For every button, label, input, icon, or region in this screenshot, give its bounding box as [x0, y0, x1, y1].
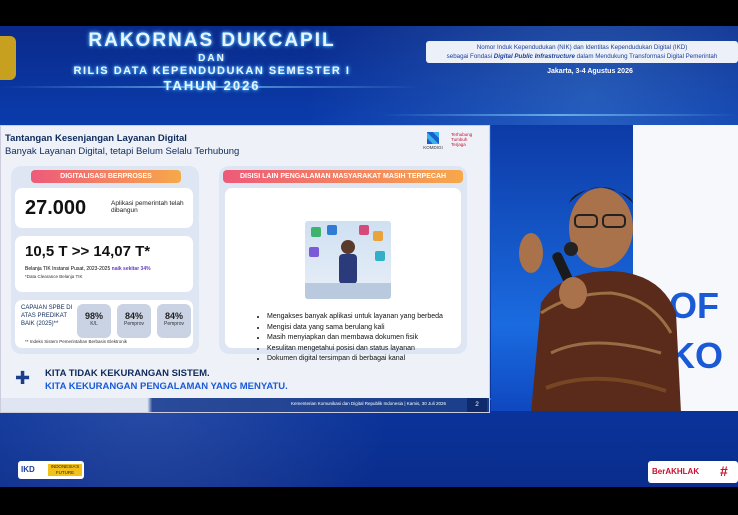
slide-footer-text: Kementerian Komunikasi dan Digital Repub…	[291, 401, 447, 406]
slide-footer: Kementerian Komunikasi dan Digital Repub…	[1, 398, 489, 412]
experience-card: Mengakses banyak aplikasi untuk layanan …	[225, 188, 461, 362]
digitalization-panel: DIGITALISASI BERPROSES 27.000 Aplikasi p…	[11, 166, 199, 354]
event-date: Jakarta, 3-4 Agustus 2026	[547, 68, 633, 75]
key-message-line1: KITA TIDAK KEKURANGAN SISTEM.	[45, 368, 210, 379]
komdigi-logo: KOMDIGI	[419, 132, 447, 150]
slide-subtitle: Banyak Layanan Digital, tetapi Belum Sel…	[5, 146, 240, 157]
slide-title: Tantangan Kesenjangan Layanan Digital	[5, 133, 187, 144]
event-subtitle-line1: Nomor Induk Kependudukan (NIK) dan Ident…	[476, 44, 688, 51]
event-subtitle-box: Nomor Induk Kependudukan (NIK) dan Ident…	[426, 41, 738, 63]
spbe-stat: 84% Pemprov	[117, 304, 151, 338]
list-item: Dokumen digital tersimpan di berbagai ka…	[267, 354, 443, 365]
emblem-icon	[0, 36, 16, 80]
hashtag-logo: #	[720, 463, 728, 479]
apps-stat-label: Aplikasi pemerintah telah dibangun	[111, 200, 184, 214]
ict-spend-growth: naik sekitar 34%	[111, 266, 151, 272]
list-item: Masih menyiapkan dan membawa dokumen fis…	[267, 333, 443, 344]
spbe-stat: 98% K/L	[77, 304, 111, 338]
spbe-label: CAPAIAN SPBE DI ATAS PREDIKAT BAIK (2025…	[21, 305, 73, 327]
digitalization-pill: DIGITALISASI BERPROSES	[31, 170, 181, 183]
puzzle-icon: ✚	[15, 368, 31, 388]
event-title-line4: TAHUN 2026	[163, 78, 261, 93]
ict-spend-note: *Data Clearance Belanja TIK	[25, 274, 83, 279]
list-item: Mengakses banyak aplikasi untuk layanan …	[267, 312, 443, 323]
berakhlak-logo-block: BerAKHLAK #	[648, 461, 738, 483]
subtitle-emphasis: Digital Public Infrastructure	[493, 53, 575, 60]
event-title-line1: RAKORNAS DUKCAPIL	[88, 30, 336, 51]
experience-bullet-list: Mengakses banyak aplikasi untuk layanan …	[255, 312, 443, 365]
slide-page-number: 2	[467, 398, 487, 412]
spbe-stat-value: 84%	[124, 311, 143, 321]
spbe-stat: 84% Pemprov	[157, 304, 191, 338]
spbe-stat-value: 98%	[84, 311, 103, 321]
list-item: Mengisi data yang sama berulang kali	[267, 323, 443, 334]
experience-pill: DISISI LAIN PENGALAMAN MASYARAKAT MASIH …	[223, 170, 463, 183]
ict-spend-card: 10,5 T >> 14,07 T* Belanja TIK Instansi …	[15, 236, 193, 292]
presentation-slide: Tantangan Kesenjangan Layanan Digital Ba…	[0, 125, 490, 413]
ikd-logo-block: IKD INDONESIA'S FUTURE	[18, 461, 84, 479]
glow-line	[380, 114, 738, 116]
event-subtitle-line2: sebagai Fondasi Digital Public Infrastru…	[426, 52, 738, 61]
ikd-logo: IKD	[21, 465, 35, 474]
ict-spend-line: Belanja TIK Instansi Pusat, 2023-2025 na…	[25, 266, 151, 272]
event-title-line3: RILIS DATA KEPENDUDUKAN SEMESTER I	[73, 65, 351, 77]
experience-panel: DISISI LAIN PENGALAMAN MASYARAKAT MASIH …	[219, 166, 467, 362]
bottom-letterbox	[0, 487, 738, 515]
berakhlak-logo: BerAKHLAK	[652, 467, 700, 476]
event-title-line2: DAN	[198, 53, 226, 64]
ict-spend-value: 10,5 T >> 14,07 T*	[25, 243, 151, 260]
spbe-stat-label: K/L	[90, 321, 98, 327]
speaker-figure	[519, 187, 681, 411]
subtitle-post: dalam Mendukung Transformasi Digital Pem…	[574, 53, 718, 60]
spbe-card: CAPAIAN SPBE DI ATAS PREDIKAT BAIK (2025…	[15, 300, 193, 348]
list-item: Kesulitan mengetahui posisi dan status l…	[267, 344, 443, 355]
event-title: RAKORNAS DUKCAPIL DAN RILIS DATA KEPENDU…	[62, 30, 362, 93]
spbe-stat-label: Pemprov	[123, 321, 144, 327]
komdigi-logo-icon	[427, 132, 439, 144]
subtitle-pre: sebagai Fondasi	[446, 53, 494, 60]
spbe-stats: 98% K/L 84% Pemprov 84% Pemprov	[77, 304, 191, 338]
apps-stat-value: 27.000	[25, 197, 87, 219]
apps-stat-card: 27.000 Aplikasi pemerintah telah dibangu…	[15, 188, 193, 228]
spbe-stat-value: 84%	[164, 311, 183, 321]
top-letterbox	[0, 0, 738, 26]
terhubung-logo: Terhubung Tumbuh Terjaga	[451, 132, 473, 147]
fragmented-services-illustration	[305, 225, 391, 299]
ict-spend-label: Belanja TIK Instansi Pusat, 2023-2025	[25, 266, 111, 272]
spbe-note: ** Indeks Sistem Pemerintahan Berbasis E…	[25, 339, 128, 344]
komdigi-logo-text: KOMDIGI	[423, 145, 443, 150]
event-stage-background: RAKORNAS DUKCAPIL DAN RILIS DATA KEPENDU…	[0, 26, 738, 487]
spbe-stat-label: Pemprov	[163, 321, 184, 327]
illustration-image	[305, 221, 391, 299]
indonesia-future-logo: INDONESIA'S FUTURE	[48, 464, 82, 476]
key-message-line2: KITA KEKURANGAN PENGALAMAN YANG MENYATU.	[45, 381, 288, 392]
speaker-camera-feed: OF KO	[491, 125, 738, 411]
